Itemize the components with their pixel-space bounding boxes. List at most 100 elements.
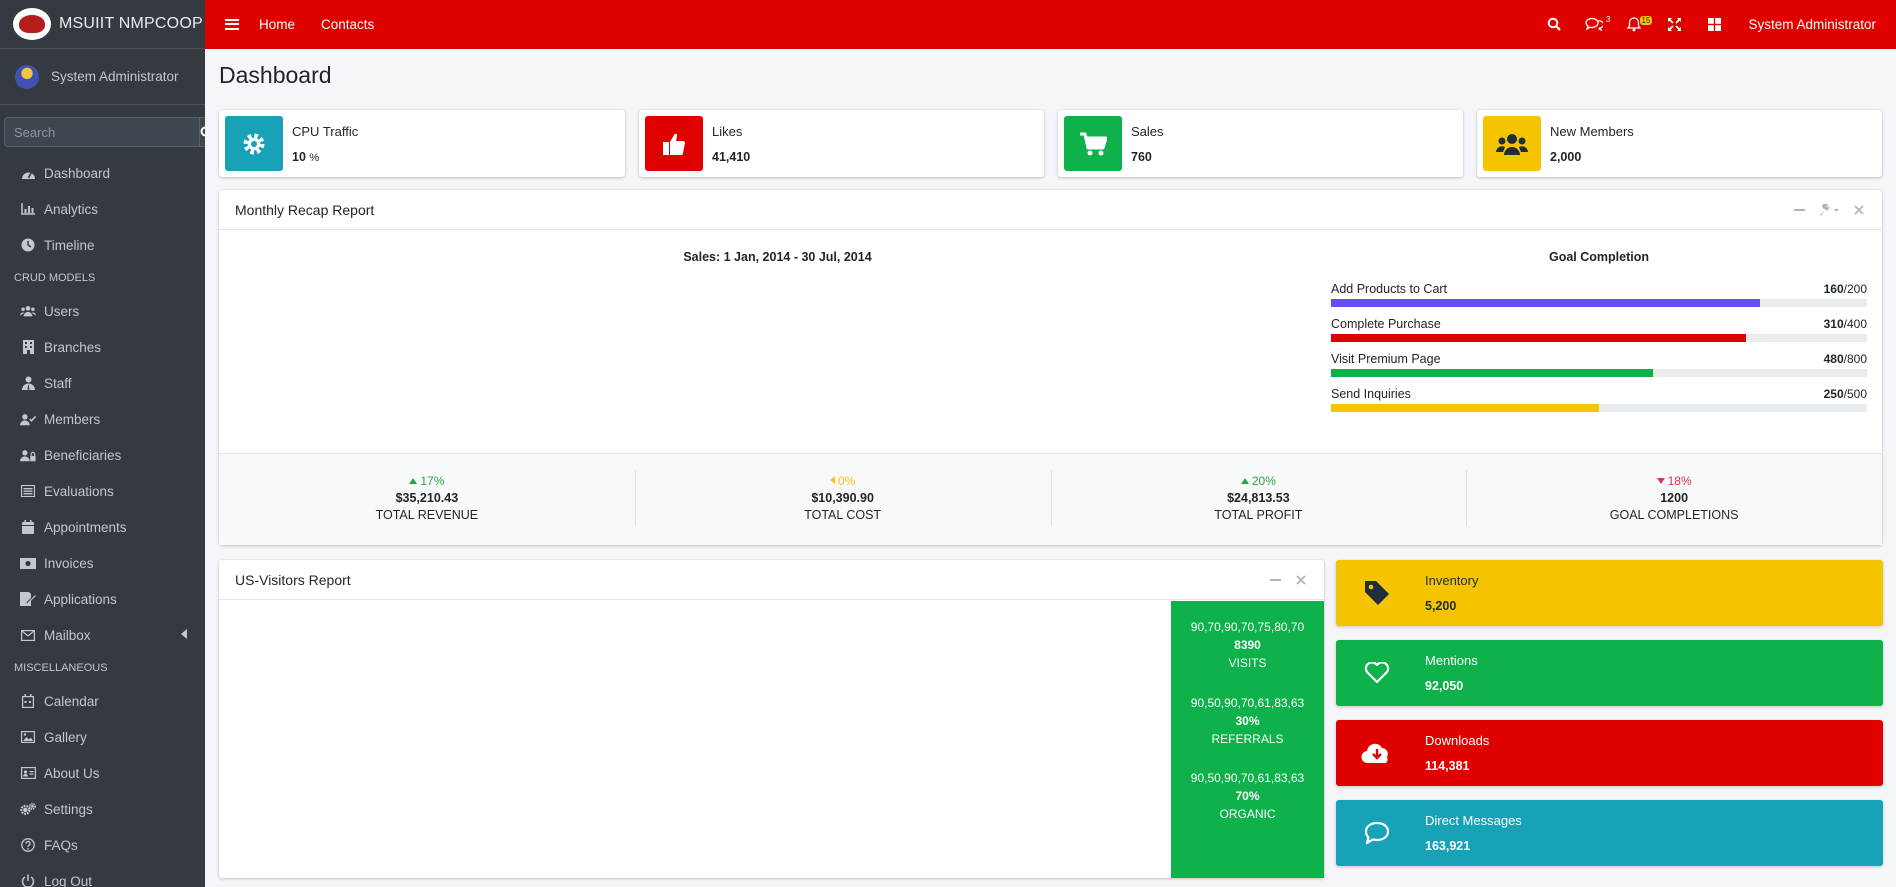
sidebar-item-staff[interactable]: Staff [0, 365, 205, 401]
goal-label: Complete Purchase [1331, 317, 1441, 331]
goal-count: 160 [1823, 282, 1844, 296]
sidebar-item-beneficiaries[interactable]: Beneficiaries [0, 437, 205, 473]
remove-button[interactable] [1846, 200, 1872, 220]
caret-up-icon [1240, 478, 1249, 484]
heart-icon [1364, 662, 1390, 684]
card-header: Monthly Recap Report [219, 190, 1882, 230]
sidebar-item-label: Analytics [44, 201, 99, 217]
sidebar-item-gallery[interactable]: Gallery [0, 719, 205, 755]
power-icon [20, 874, 36, 887]
info-box-icon [1483, 116, 1541, 171]
avatar [15, 64, 39, 89]
caret-left-icon [829, 476, 835, 484]
goal-value: 480/800 [1824, 352, 1867, 366]
sidebar-item-appointments[interactable]: Appointments [0, 509, 205, 545]
sidebar-item-settings[interactable]: Settings [0, 791, 205, 827]
user-panel[interactable]: System Administrator [0, 49, 205, 105]
topbar-right: 3 15 System Administrator [1534, 0, 1896, 48]
sidebar-item-faqs[interactable]: FAQs [0, 827, 205, 863]
stat-total-profit: 20% $24,813.53 TOTAL PROFIT [1050, 454, 1467, 545]
sidebar-item-label: FAQs [44, 837, 78, 853]
sidebar-item-members[interactable]: Members [0, 401, 205, 437]
small-box-number: 114,381 [1425, 759, 1470, 773]
sidebar-item-about-us[interactable]: About Us [0, 755, 205, 791]
progress-fill [1331, 369, 1653, 377]
brand-logo [13, 8, 51, 40]
small-box-title: Downloads [1425, 733, 1490, 748]
info-box-number: 2,000 [1550, 149, 1582, 164]
clock-icon [20, 238, 36, 252]
visitor-stat-label: ORGANIC [1219, 807, 1276, 821]
nav-link-home[interactable]: Home [259, 17, 295, 32]
small-box-mentions: Mentions 92,050 [1336, 640, 1883, 706]
wrench-icon [1820, 204, 1839, 216]
goal-item: Complete Purchase 310/400 [1331, 317, 1867, 342]
search-button[interactable] [199, 117, 205, 147]
stat-amount: $10,390.90 [811, 491, 874, 505]
goal-total: /400 [1843, 317, 1867, 331]
sidebar-item-timeline[interactable]: Timeline [0, 227, 205, 263]
user-menu[interactable]: System Administrator [1734, 17, 1896, 32]
sidebar-item-applications[interactable]: Applications [0, 581, 205, 617]
hamburger-menu-icon[interactable] [225, 18, 239, 30]
stat-percentage: 18% [1466, 474, 1882, 488]
control-sidebar-button[interactable] [1694, 0, 1734, 48]
info-box-text: Sales [1131, 123, 1164, 139]
nav-link-contacts[interactable]: Contacts [321, 17, 374, 32]
image-icon [20, 730, 36, 744]
visitor-stat-label: VISITS [1228, 656, 1267, 670]
list-alt-icon [20, 484, 36, 498]
goal-total: /500 [1843, 387, 1867, 401]
remove-button[interactable] [1288, 570, 1314, 590]
messages-dropdown[interactable]: 3 [1574, 0, 1614, 48]
card-header: US-Visitors Report [219, 560, 1324, 600]
info-box-icon [225, 116, 283, 171]
goal-total: /800 [1843, 352, 1867, 366]
visitor-stat-referrals: 90,50,90,70,61,83,63 30% REFERRALS [1171, 694, 1324, 748]
user-lock-icon [20, 448, 36, 462]
collapse-button[interactable] [1262, 570, 1288, 590]
sidebar-item-label: Mailbox [44, 627, 91, 643]
calendar-icon [20, 520, 36, 534]
world-map-area[interactable] [219, 601, 1171, 878]
stat-label: TOTAL COST [804, 508, 882, 522]
sidebar-item-users[interactable]: Users [0, 293, 205, 329]
stat-amount: $35,210.43 [395, 491, 459, 505]
chevron-left-icon[interactable] [181, 629, 187, 639]
sidebar-item-calendar[interactable]: Calendar [0, 683, 205, 719]
small-box-icon [1342, 580, 1412, 606]
small-box-icon [1342, 662, 1412, 684]
search-input[interactable] [4, 117, 199, 147]
info-box-likes: Likes 41,410 [639, 110, 1044, 177]
sidebar-item-label: Staff [44, 375, 72, 391]
th-large-icon [1707, 17, 1721, 31]
collapse-button[interactable] [1786, 200, 1812, 220]
cart-icon [1080, 132, 1107, 155]
visitor-stat-organic: 90,50,90,70,61,83,63 70% ORGANIC [1171, 769, 1324, 823]
tools-dropdown-button[interactable] [1812, 200, 1846, 220]
sidebar-item-invoices[interactable]: Invoices [0, 545, 205, 581]
progress-bar [1331, 404, 1867, 412]
sidebar-item-dashboard[interactable]: Dashboard [0, 155, 205, 191]
user-name[interactable]: System Administrator [51, 69, 179, 84]
messages-badge: 3 [1606, 15, 1611, 24]
stat-amount: $24,813.53 [1227, 491, 1290, 505]
goal-value: 160/200 [1824, 282, 1867, 296]
notifications-dropdown[interactable]: 15 [1614, 0, 1654, 48]
info-box-number: 760 [1131, 149, 1152, 164]
navbar-search-button[interactable] [1534, 0, 1574, 48]
goal-item: Add Products to Cart 160/200 [1331, 282, 1867, 307]
sidebar-item-branches[interactable]: Branches [0, 329, 205, 365]
small-box-title: Direct Messages [1425, 813, 1522, 828]
sidebar: MSUIIT NMPCOOP System Administrator Dash… [0, 0, 205, 887]
small-box-title: Inventory [1425, 573, 1479, 588]
fullscreen-button[interactable] [1654, 0, 1694, 48]
sidebar-item-label: Log Out [44, 873, 93, 887]
caret-up-icon [409, 478, 418, 484]
sidebar-item-mailbox[interactable]: Mailbox [0, 617, 205, 653]
sidebar-item-logout[interactable]: Log Out [0, 863, 205, 887]
brand-link[interactable]: MSUIIT NMPCOOP [0, 0, 205, 49]
sidebar-item-analytics[interactable]: Analytics [0, 191, 205, 227]
stat-total-cost: 0% $10,390.90 TOTAL COST [634, 454, 1051, 545]
sidebar-item-evaluations[interactable]: Evaluations [0, 473, 205, 509]
